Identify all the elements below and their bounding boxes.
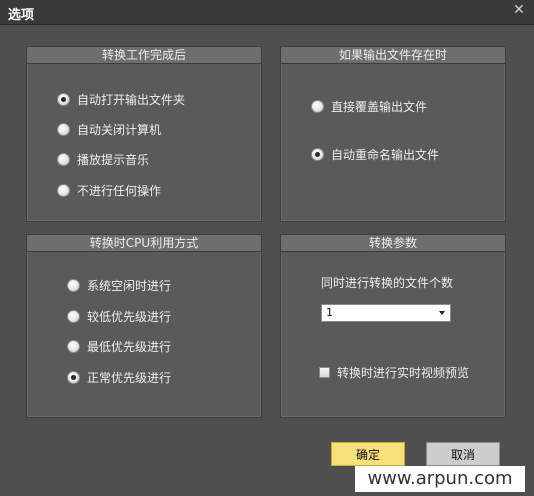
concurrent-files-label: 同时进行转换的文件个数 [321, 276, 454, 290]
convert-params-group-title: 转换参数 [281, 235, 505, 252]
ok-button[interactable]: 确定 [331, 442, 405, 466]
after-convert-group-title: 转换工作完成后 [27, 47, 261, 64]
cpu-usage-group-title: 转换时CPU利用方式 [27, 235, 261, 252]
radio-label: 自动关闭计算机 [77, 123, 162, 137]
radio-lowest-priority[interactable]: 最低优先级进行 [67, 338, 171, 355]
concurrent-files-value: 1 [326, 306, 333, 319]
radio-idle-priority[interactable]: 系统空闲时进行 [67, 277, 171, 294]
radio-label: 较低优先级进行 [87, 310, 172, 324]
file-exists-group: 如果输出文件存在时 直接覆盖输出文件 自动重命名输出文件 [280, 46, 506, 222]
radio-button[interactable] [67, 340, 80, 353]
radio-button[interactable] [67, 371, 80, 384]
concurrent-files-select[interactable]: 1 [321, 304, 451, 322]
title-bar: 选项 ✕ [0, 0, 534, 25]
radio-low-priority[interactable]: 较低优先级进行 [67, 308, 171, 325]
radio-button[interactable] [67, 310, 80, 323]
convert-params-group: 转换参数 同时进行转换的文件个数 1 转换时进行实时视频预览 [280, 234, 506, 418]
radio-normal-priority[interactable]: 正常优先级进行 [67, 369, 171, 386]
window-title: 选项 [8, 8, 35, 23]
radio-button[interactable] [57, 93, 70, 106]
radio-label: 直接覆盖输出文件 [331, 100, 428, 114]
chevron-down-icon [439, 311, 445, 315]
radio-label: 自动重命名输出文件 [331, 148, 440, 162]
radio-play-sound[interactable]: 播放提示音乐 [57, 151, 149, 168]
radio-open-output-folder[interactable]: 自动打开输出文件夹 [57, 91, 185, 108]
radio-label: 播放提示音乐 [77, 153, 150, 167]
radio-do-nothing[interactable]: 不进行任何操作 [57, 182, 161, 199]
close-icon[interactable]: ✕ [512, 3, 526, 17]
radio-label: 正常优先级进行 [87, 371, 172, 385]
radio-button[interactable] [67, 279, 80, 292]
radio-button[interactable] [311, 100, 324, 113]
radio-label: 最低优先级进行 [87, 340, 172, 354]
radio-button[interactable] [57, 184, 70, 197]
checkbox-realtime-preview[interactable]: 转换时进行实时视频预览 [319, 364, 469, 381]
radio-button[interactable] [57, 123, 70, 136]
radio-auto-rename[interactable]: 自动重命名输出文件 [311, 146, 439, 163]
watermark: www.arpun.com [355, 466, 525, 492]
radio-label: 不进行任何操作 [77, 184, 162, 198]
checkbox-label: 转换时进行实时视频预览 [337, 366, 470, 380]
file-exists-group-title: 如果输出文件存在时 [281, 47, 505, 64]
radio-label: 自动打开输出文件夹 [77, 93, 186, 107]
radio-shutdown-computer[interactable]: 自动关闭计算机 [57, 121, 161, 138]
radio-label: 系统空闲时进行 [87, 279, 172, 293]
after-convert-group: 转换工作完成后 自动打开输出文件夹 自动关闭计算机 播放提示音乐 不进行任何操作 [26, 46, 262, 222]
radio-button[interactable] [311, 148, 324, 161]
radio-overwrite-output[interactable]: 直接覆盖输出文件 [311, 98, 427, 115]
radio-button[interactable] [57, 153, 70, 166]
checkbox[interactable] [319, 367, 330, 378]
cancel-button[interactable]: 取消 [426, 442, 500, 466]
cpu-usage-group: 转换时CPU利用方式 系统空闲时进行 较低优先级进行 最低优先级进行 正常优先级… [26, 234, 262, 418]
